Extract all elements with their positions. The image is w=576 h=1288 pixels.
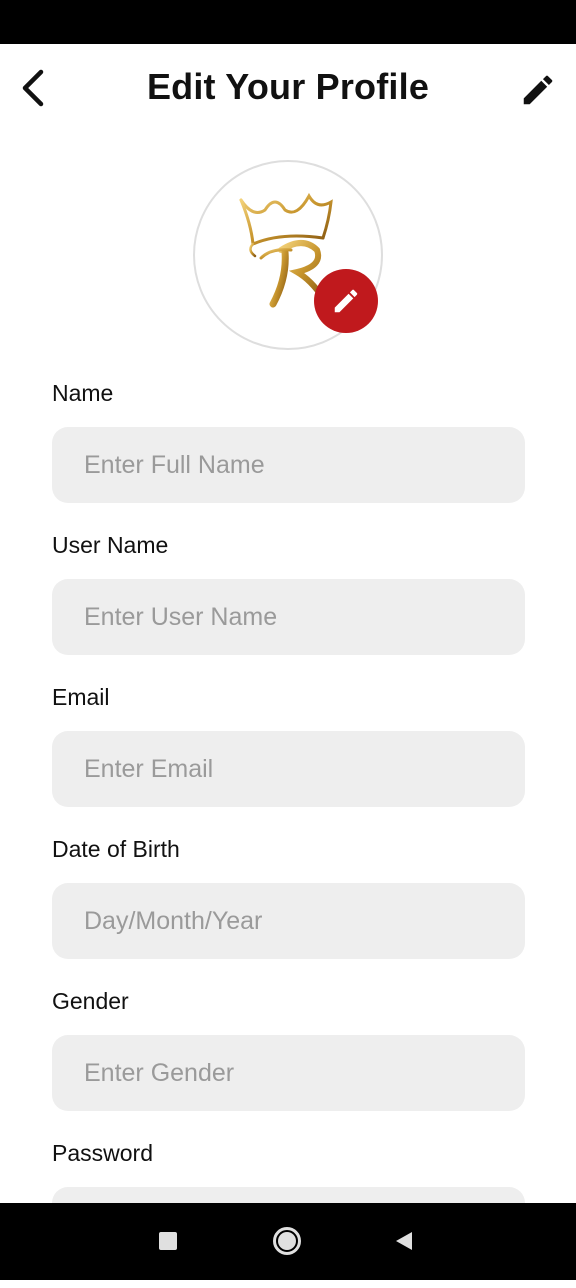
- triangle-back-icon: [396, 1232, 412, 1250]
- email-field-group: Email: [52, 680, 525, 832]
- home-button[interactable]: [267, 1221, 307, 1261]
- name-label: Name: [52, 380, 114, 406]
- square-icon: [159, 1232, 177, 1250]
- page-title: Edit Your Profile: [146, 66, 430, 107]
- status-bar: [0, 0, 576, 44]
- pencil-icon: [334, 289, 358, 313]
- gender-label: Gender: [52, 988, 129, 1014]
- gender-input[interactable]: [52, 1035, 525, 1111]
- circle-icon: [273, 1227, 301, 1255]
- system-back-button[interactable]: [384, 1221, 424, 1261]
- username-field-group: User Name: [52, 528, 525, 680]
- app-header: Edit Your Profile: [0, 44, 576, 134]
- recents-button[interactable]: [148, 1221, 188, 1261]
- edit-profile-button[interactable]: [512, 64, 564, 116]
- password-label: Password: [52, 1140, 153, 1166]
- email-label: Email: [52, 684, 110, 710]
- system-nav-bar: [0, 1203, 576, 1280]
- pencil-icon: [523, 75, 553, 105]
- username-label: User Name: [52, 532, 169, 558]
- name-field-group: Name: [52, 376, 525, 528]
- gender-field-group: Gender: [52, 984, 525, 1136]
- dob-field-group: Date of Birth: [52, 832, 525, 984]
- profile-avatar[interactable]: [193, 160, 383, 350]
- name-input[interactable]: [52, 427, 525, 503]
- change-photo-button[interactable]: [314, 269, 378, 333]
- dob-input[interactable]: [52, 883, 525, 959]
- profile-form: Name User Name Email Date of Birth Gende…: [52, 376, 525, 1288]
- dob-label: Date of Birth: [52, 836, 180, 862]
- email-input[interactable]: [52, 731, 525, 807]
- username-input[interactable]: [52, 579, 525, 655]
